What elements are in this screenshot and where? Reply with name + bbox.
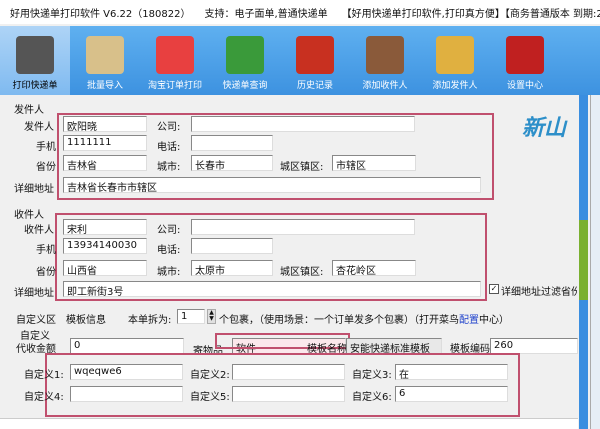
- sender-city-label: 城市:: [157, 162, 181, 173]
- sender-mobile-label: 手机: [36, 142, 56, 153]
- custom-field-input[interactable]: [232, 386, 345, 402]
- receiver-mobile-label: 手机: [36, 245, 56, 256]
- split-suffix-text: 个包裹，（使用场景：一个订单发多个包裹）（打开菜鸟: [219, 315, 459, 326]
- split-spin-icon[interactable]: ▲ ▼: [207, 309, 216, 324]
- truck-icon: [226, 36, 264, 74]
- toolbar-button-7[interactable]: 设置中心: [490, 26, 560, 95]
- printer-icon: [16, 36, 54, 74]
- config-link[interactable]: 配置: [459, 315, 479, 326]
- receiver-address-input[interactable]: 即工新街3号: [63, 281, 481, 297]
- custom-field-label: 自定义3:: [352, 370, 392, 381]
- sender-address-label: 详细地址: [14, 184, 54, 195]
- filter-province-label: 详细地址过滤省份: [501, 287, 577, 298]
- toolbar-label: 打印快递单: [12, 81, 58, 91]
- custom-field-label: 自定义4:: [24, 392, 64, 403]
- custom-field-input[interactable]: 6: [395, 386, 508, 402]
- toolbar-button-6[interactable]: 添加发件人: [420, 26, 490, 95]
- sender-name-input[interactable]: 欧阳晓: [63, 116, 147, 132]
- custom-fields-highlight: [45, 353, 520, 417]
- custom-field-input[interactable]: 在: [395, 364, 508, 380]
- sender-company-label: 公司:: [157, 122, 181, 133]
- custom-field-label: 自定义6:: [352, 392, 392, 403]
- splitter-bar[interactable]: [579, 95, 588, 429]
- sender-group-label: 发件人: [14, 105, 44, 116]
- toolbar-label: 快递单查询: [222, 81, 268, 91]
- sender-address-input[interactable]: 吉林省长春市市辖区: [63, 177, 481, 193]
- custom-field-label: 自定义5:: [190, 392, 230, 403]
- app-title: 好用快递单打印软件 V6.22（180822）: [10, 8, 191, 20]
- sender-company-input[interactable]: [191, 116, 415, 132]
- toolbar-label: 批量导入: [86, 81, 123, 91]
- sender-city-input[interactable]: 长春市: [191, 155, 273, 171]
- person-add-icon: [436, 36, 474, 74]
- template-code-input[interactable]: 260: [490, 338, 578, 354]
- receiver-district-input[interactable]: 杏花岭区: [332, 260, 416, 276]
- receiver-name-label: 收件人: [24, 225, 54, 236]
- template-name-input[interactable]: 安能快递标准模板: [346, 338, 442, 354]
- receiver-phone-input[interactable]: [191, 238, 273, 254]
- receiver-company-input[interactable]: [191, 219, 415, 235]
- toolbar-button-1[interactable]: 批量导入: [70, 26, 140, 95]
- splitter-handle[interactable]: [579, 220, 588, 300]
- taobao-icon: [156, 36, 194, 74]
- toolbar-label: 添加发件人: [432, 81, 478, 91]
- receiver-phone-label: 电话:: [157, 245, 181, 256]
- status-area: [0, 418, 578, 429]
- custom-field-input[interactable]: wqeqwe6: [70, 364, 183, 380]
- custom-field-label: 自定义2:: [190, 370, 230, 381]
- cod-input[interactable]: 0: [70, 338, 184, 354]
- toolbar-button-2[interactable]: 淘宝订单打印: [140, 26, 210, 95]
- toolbar-button-3[interactable]: 快递单查询: [210, 26, 280, 95]
- receiver-name-input[interactable]: 宋利: [63, 219, 147, 235]
- receiver-group-label: 收件人: [14, 210, 44, 221]
- toolbar-label: 添加收件人: [362, 81, 408, 91]
- toolbar-label: 淘宝订单打印: [147, 81, 202, 91]
- toolbar: 打印快递单 批量导入 淘宝订单打印 快递单查询 历史记录 添加收件人 添加发件人 设置中心: [0, 26, 600, 95]
- sender-phone-input[interactable]: [191, 135, 273, 151]
- title-bar: 好用快递单打印软件 V6.22（180822） 支持：电子面单,普通快递单 【好…: [0, 0, 600, 24]
- sender-district-input[interactable]: 市辖区: [332, 155, 416, 171]
- person-icon: [366, 36, 404, 74]
- toolbar-label: 历史记录: [296, 81, 333, 91]
- receiver-district-label: 城区镇区:: [280, 267, 324, 278]
- custom-field-input[interactable]: [232, 364, 345, 380]
- receiver-city-label: 城市:: [157, 267, 181, 278]
- receiver-company-label: 公司:: [157, 225, 181, 236]
- receiver-province-input[interactable]: 山西省: [63, 260, 147, 276]
- split-stepper[interactable]: 1: [177, 309, 205, 324]
- receiver-city-input[interactable]: 太原市: [191, 260, 273, 276]
- custom-area-label: 自定义区: [16, 315, 56, 326]
- support-text: 支持：电子面单,普通快递单: [204, 8, 328, 20]
- settings-icon: [506, 36, 544, 74]
- sender-phone-label: 电话:: [157, 142, 181, 153]
- filter-province-checkbox[interactable]: ✓: [489, 284, 499, 294]
- import-icon: [86, 36, 124, 74]
- slogan-text: 【好用快递单打印软件,打印真方便】【商务普通版本 到期:2: [341, 8, 600, 20]
- sender-province-input[interactable]: 吉林省: [63, 155, 147, 171]
- split-label: 本单拆为:: [128, 315, 172, 326]
- book-icon: [296, 36, 334, 74]
- split-suffix: 个包裹，（使用场景：一个订单发多个包裹）（打开菜鸟配置中心）: [219, 311, 509, 326]
- sender-name-label: 发件人: [24, 122, 54, 133]
- toolbar-button-4[interactable]: 历史记录: [280, 26, 350, 95]
- sender-province-label: 省份: [36, 162, 56, 173]
- template-info-tab[interactable]: 模板信息: [66, 311, 106, 326]
- sender-district-label: 城区镇区:: [280, 162, 324, 173]
- receiver-address-label: 详细地址: [14, 288, 54, 299]
- receiver-province-label: 省份: [36, 267, 56, 278]
- toolbar-button-5[interactable]: 添加收件人: [350, 26, 420, 95]
- toolbar-button-0[interactable]: 打印快递单: [0, 26, 70, 95]
- receiver-mobile-input[interactable]: 13934140030: [63, 238, 147, 254]
- split-end-text: 中心）: [479, 315, 509, 326]
- custom-field-input[interactable]: [70, 386, 183, 402]
- toolbar-label: 设置中心: [506, 81, 543, 91]
- custom-field-label: 自定义1:: [24, 370, 64, 381]
- right-panel: [590, 95, 600, 429]
- sender-mobile-input[interactable]: 1111111: [63, 135, 147, 151]
- logo: 新山: [522, 116, 567, 141]
